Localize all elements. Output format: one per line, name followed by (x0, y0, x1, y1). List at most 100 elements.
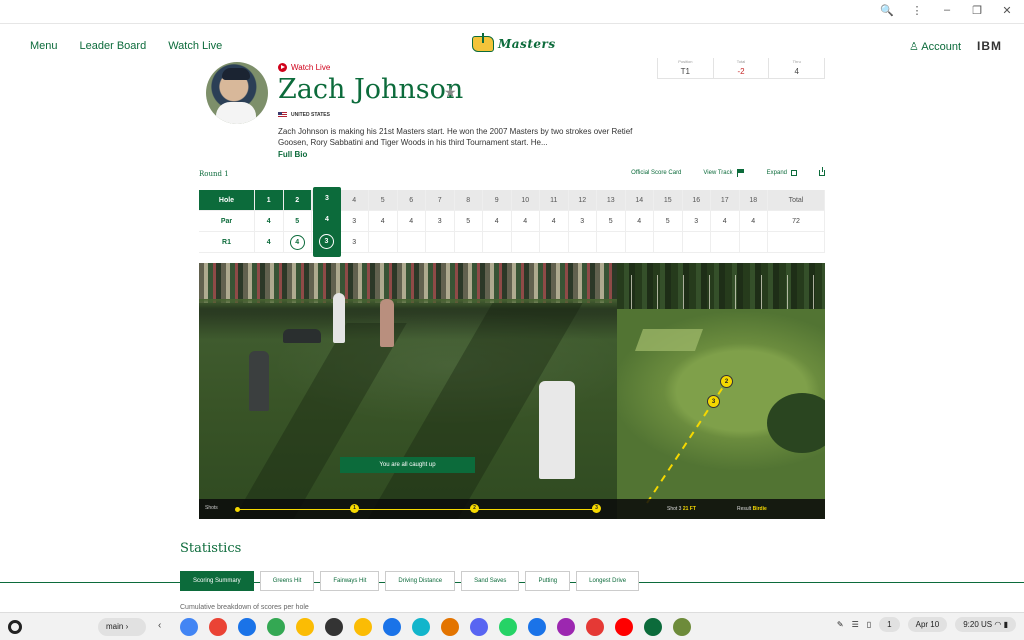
par-cell: 4 (540, 211, 569, 232)
shelf-app-icon[interactable] (586, 618, 604, 636)
hole-cell[interactable]: 8 (454, 190, 483, 211)
caddie-foreground (539, 381, 575, 479)
tab-putting[interactable]: Putting (525, 571, 571, 591)
locale: US (981, 620, 993, 629)
expand-icon (791, 169, 797, 176)
hole-cell[interactable]: 7 (426, 190, 455, 211)
shelf-app-icon[interactable] (528, 618, 546, 636)
score-cell (654, 232, 683, 253)
shelf-app-icon[interactable] (470, 618, 488, 636)
par-total: 72 (768, 211, 825, 232)
hole-cell[interactable]: 2 (283, 190, 312, 211)
stat-value: T1 (680, 67, 690, 76)
stat-value: -2 (737, 67, 745, 76)
shelf-app-icon[interactable] (180, 618, 198, 636)
nav-menu[interactable]: Menu (30, 40, 58, 52)
shot-marker[interactable]: 1 (350, 504, 359, 513)
chevron-left-icon[interactable]: ‹ (158, 620, 161, 631)
shot-track-panel[interactable]: 2 3 Shot 3 21 FT Result Birdie (617, 263, 825, 519)
round-actions: Official Score Card View Track Expand (631, 166, 825, 177)
date-pill[interactable]: Apr 10 (907, 617, 948, 632)
shelf-app-icon[interactable] (673, 618, 691, 636)
hole-cell[interactable]: 6 (397, 190, 426, 211)
shelf-app-icon[interactable] (325, 618, 343, 636)
phone-hub-icon[interactable]: ▯ (867, 620, 871, 629)
shelf-app-icon[interactable] (499, 618, 517, 636)
shot-timeline-track[interactable] (237, 509, 597, 510)
tab-sand-saves[interactable]: Sand Saves (461, 571, 520, 591)
score-cell: 4 (283, 232, 312, 253)
shelf-app-icon[interactable] (644, 618, 662, 636)
shot-pin[interactable]: 2 (720, 375, 733, 388)
ibm-logo[interactable]: IBM (977, 39, 1002, 53)
hole-cell[interactable]: 14 (625, 190, 654, 211)
shot-marker[interactable]: 2 (470, 504, 479, 513)
hole-cell[interactable]: 5 (369, 190, 398, 211)
close-icon[interactable]: ✕ (1000, 4, 1014, 17)
share-button[interactable] (819, 166, 825, 176)
shelf-app-icon[interactable] (383, 618, 401, 636)
shot-timeline[interactable]: Shots 1 2 3 (199, 499, 617, 519)
current-hole-column[interactable]: 3 4 3 (313, 187, 341, 257)
hole-cell[interactable]: 10 (511, 190, 540, 211)
account-link[interactable]: ♙ Account (909, 40, 961, 53)
nav-watch-live[interactable]: Watch Live (168, 40, 222, 52)
tab-scoring-summary[interactable]: Scoring Summary (180, 571, 254, 591)
par-cell: 5 (454, 211, 483, 232)
shot-marker[interactable]: 3 (592, 504, 601, 513)
timeline-start-dot (235, 507, 240, 512)
hole-cell[interactable]: 9 (483, 190, 512, 211)
launcher-icon[interactable] (8, 620, 22, 634)
hole-cell[interactable]: 12 (568, 190, 597, 211)
user-icon: ♙ (908, 40, 922, 53)
r1-row: R1 4 4 3 3 (199, 232, 825, 253)
playlist-icon[interactable]: ☰ (852, 620, 859, 629)
hole-cell[interactable]: 11 (540, 190, 569, 211)
shot-pin[interactable]: 3 (707, 395, 720, 408)
score-cell (454, 232, 483, 253)
shelf-app-icon[interactable] (354, 618, 372, 636)
hole-cell[interactable]: 1 (255, 190, 284, 211)
score-card-label: Official Score Card (631, 169, 682, 176)
hole-cell[interactable]: 16 (682, 190, 711, 211)
more-menu-icon[interactable]: ⋮ (910, 4, 924, 17)
stylus-icon[interactable]: ✎ (837, 620, 844, 629)
status-pill[interactable]: 9:20 US ◠ ▮ (955, 617, 1016, 632)
hole-cell[interactable]: 17 (711, 190, 740, 211)
row-label: R1 (199, 232, 255, 253)
shelf-app-icon[interactable] (615, 618, 633, 636)
desk-switcher[interactable]: main › (98, 618, 146, 636)
score-cell (625, 232, 654, 253)
nav-leader-board[interactable]: Leader Board (80, 40, 147, 52)
expand-button[interactable]: Expand (767, 169, 797, 176)
shelf-app-icon[interactable] (441, 618, 459, 636)
shelf-app-icon[interactable] (296, 618, 314, 636)
favorite-star-icon[interactable]: ★ (444, 84, 457, 101)
notification-badge[interactable]: 1 (879, 617, 900, 632)
tab-longest-drive[interactable]: Longest Drive (576, 571, 640, 591)
zoom-icon[interactable]: 🔍 (880, 4, 894, 17)
shot-video-player[interactable]: You are all caught up Shots 1 2 3 (199, 263, 617, 519)
stat-thru: Thru 4 (769, 58, 824, 78)
official-score-card-link[interactable]: Official Score Card (631, 170, 681, 176)
shelf-app-icon[interactable] (557, 618, 575, 636)
caught-up-banner[interactable]: You are all caught up (340, 457, 475, 473)
full-bio-link[interactable]: Full Bio (278, 150, 307, 159)
par-cell: 5 (283, 211, 312, 232)
masters-logo[interactable]: Masters (472, 33, 556, 52)
hole-cell[interactable]: 13 (597, 190, 626, 211)
tab-fairways-hit[interactable]: Fairways Hit (320, 571, 380, 591)
restore-icon[interactable]: ❐ (970, 4, 984, 17)
tab-greens-hit[interactable]: Greens Hit (259, 571, 315, 591)
shelf-app-icon[interactable] (412, 618, 430, 636)
shelf-app-icon[interactable] (209, 618, 227, 636)
shelf-app-icon[interactable] (267, 618, 285, 636)
shelf-app-icon[interactable] (238, 618, 256, 636)
watch-live-link[interactable]: Watch Live (278, 63, 330, 72)
view-track-link[interactable]: View Track (703, 169, 744, 177)
minimize-icon[interactable]: – (940, 4, 954, 17)
hole-cell[interactable]: 15 (654, 190, 683, 211)
hole-cell[interactable]: 4 (340, 190, 369, 211)
hole-cell[interactable]: 18 (739, 190, 768, 211)
tab-driving-distance[interactable]: Driving Distance (385, 571, 456, 591)
